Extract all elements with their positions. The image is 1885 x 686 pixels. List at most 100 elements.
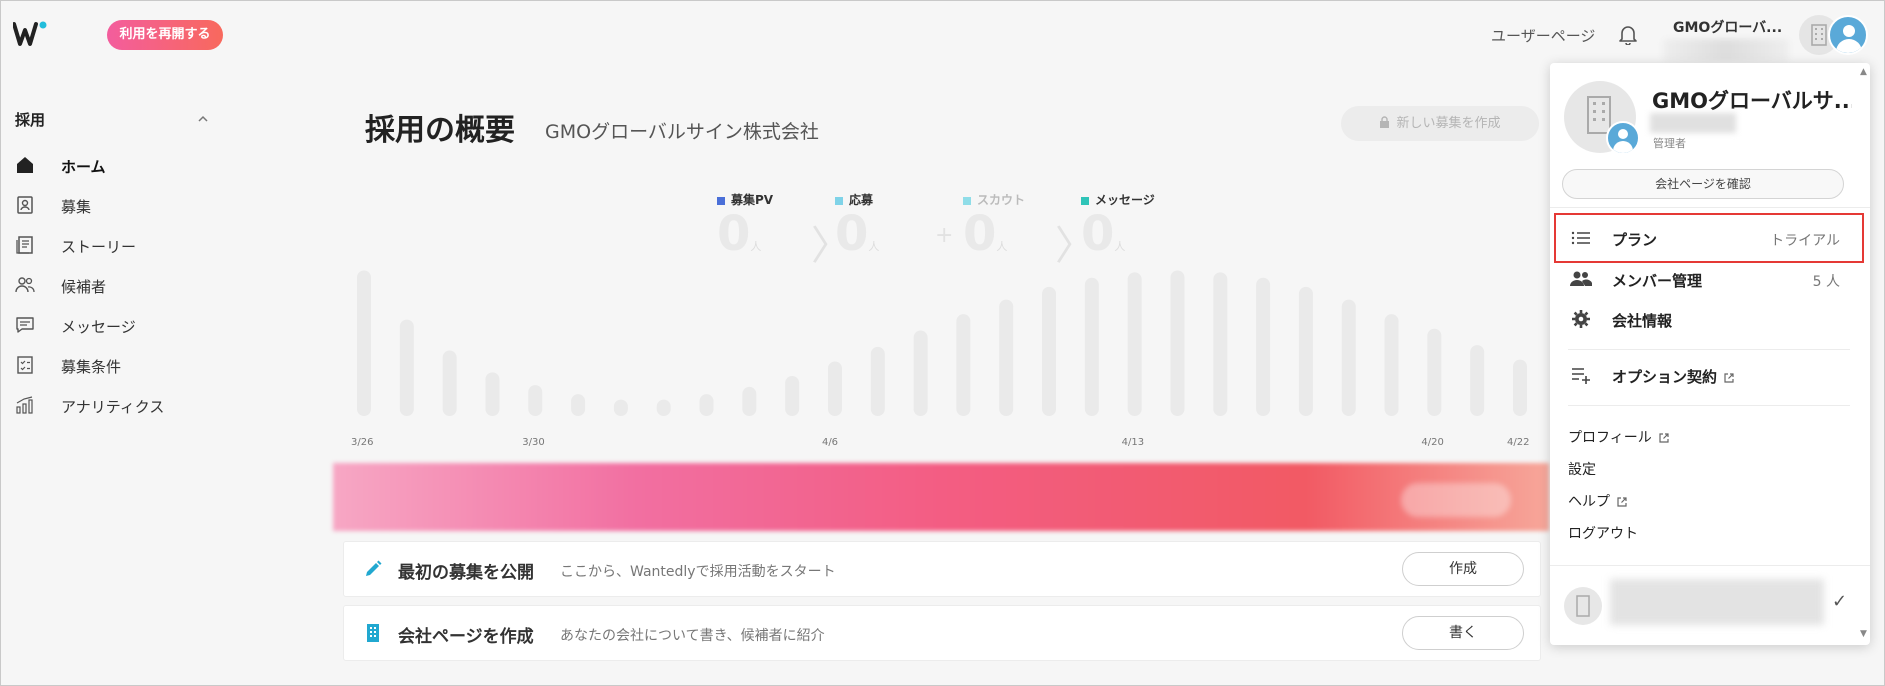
divider	[1550, 207, 1870, 208]
chart-bar	[1170, 270, 1185, 416]
sidebar-item-label: アナリティクス	[61, 398, 165, 416]
chart-bar	[399, 319, 414, 416]
scroll-up-arrow[interactable]: ▲	[1860, 67, 1867, 77]
pencil-icon	[366, 560, 382, 576]
stat-message: メッセージ 0人	[1081, 191, 1155, 273]
chart-bar	[913, 330, 928, 416]
analytics-icon	[16, 396, 33, 414]
legend-dot	[963, 196, 971, 205]
chevron-up-icon[interactable]	[197, 113, 209, 125]
sidebar-section-title[interactable]: 採用	[15, 109, 45, 130]
bell-icon[interactable]	[1617, 23, 1639, 45]
legend-dot	[717, 196, 725, 205]
dropdown-company-name: GMOグローバルサ...	[1652, 89, 1852, 113]
chart-bar	[1127, 272, 1142, 416]
chart-bar	[1384, 314, 1399, 416]
chart-bar	[613, 399, 628, 416]
chart-bar	[742, 386, 757, 416]
chart-bar	[699, 394, 714, 416]
sidebar-item-label: ホーム	[61, 158, 106, 176]
page-subtitle: GMOグローバルサイン株式会社	[545, 121, 819, 143]
chart-bar	[1084, 277, 1099, 416]
sidebar-item-message[interactable]: メッセージ	[1, 307, 231, 343]
legend-dot	[835, 196, 843, 205]
top-bar: 利用を再開する ユーザーページ GMOグローバ...	[1, 1, 1884, 65]
sidebar-item-home[interactable]: ホーム	[1, 147, 231, 183]
sidebar-item-analytics[interactable]: アナリティクス	[1, 387, 231, 423]
write-button[interactable]: 書く	[1402, 616, 1524, 650]
create-button[interactable]: 作成	[1402, 552, 1524, 586]
sidebar-item-recruit[interactable]: 募集	[1, 187, 231, 223]
menu-item-label: プラン	[1612, 231, 1658, 249]
sidebar-item-label: ストーリー	[61, 238, 137, 256]
scroll-down-arrow[interactable]: ▼	[1860, 629, 1867, 639]
list-icon	[1571, 231, 1590, 245]
divider	[1550, 565, 1870, 566]
stat-label: スカウト	[977, 193, 1026, 207]
promo-banner[interactable]	[333, 463, 1549, 531]
candidates-icon	[15, 277, 35, 293]
blurred-account-name[interactable]	[1610, 579, 1824, 625]
new-recruit-label: 新しい募集を作成	[1396, 116, 1501, 131]
chart-bar	[1513, 359, 1527, 416]
user-avatar-small	[1606, 121, 1640, 155]
sidebar-item-conditions[interactable]: 募集条件	[1, 347, 231, 383]
card-title: 最初の募集を公開	[398, 563, 534, 583]
user-avatar[interactable]	[1828, 15, 1868, 55]
sidebar-item-label: メッセージ	[61, 318, 136, 336]
account-switch-avatar[interactable]	[1564, 587, 1602, 625]
chart-bar	[827, 361, 842, 416]
link-label: ヘルプ	[1568, 494, 1610, 510]
wantedly-logo[interactable]	[13, 21, 49, 47]
x-tick-label: 3/26	[351, 437, 374, 448]
sidebar-item-story[interactable]: ストーリー	[1, 227, 231, 263]
company-name-short[interactable]: GMOグローバ...	[1673, 17, 1783, 37]
menu-item-plan[interactable]: プラン トライアル	[1550, 220, 1860, 256]
company-page-card: 会社ページを作成 あなたの会社について書き、候補者に紹介 書く	[343, 605, 1541, 661]
menu-item-company-info[interactable]: 会社情報	[1550, 301, 1860, 337]
help-link[interactable]: ヘルプ	[1568, 491, 1628, 511]
building-icon	[367, 624, 379, 642]
activity-bar-chart	[357, 270, 1527, 416]
stat-number: 0	[717, 206, 751, 262]
external-link-icon	[1659, 433, 1669, 443]
resume-usage-button[interactable]: 利用を再開する	[107, 20, 223, 50]
menu-item-label: オプション契約	[1612, 366, 1735, 387]
chart-bar	[1341, 299, 1356, 416]
divider	[1568, 349, 1850, 350]
menu-item-members[interactable]: メンバー管理 5 人	[1550, 261, 1860, 297]
chart-bar	[956, 314, 971, 416]
user-role: 管理者	[1653, 137, 1686, 150]
story-icon	[16, 236, 33, 254]
gear-icon	[1572, 310, 1590, 328]
chart-bar	[785, 375, 800, 416]
plan-value: トライアル	[1770, 233, 1840, 249]
message-icon	[16, 317, 34, 333]
check-company-page-button[interactable]: 会社ページを確認	[1562, 169, 1844, 199]
new-recruit-button[interactable]: 新しい募集を作成	[1341, 106, 1539, 141]
stat-number: 0	[835, 206, 869, 262]
sidebar-item-candidates[interactable]: 候補者	[1, 267, 231, 303]
stat-number: 0	[1081, 206, 1115, 262]
chart-bar	[656, 399, 671, 416]
stat-value: 0人	[1081, 208, 1155, 273]
profile-link[interactable]: プロフィール	[1568, 427, 1670, 447]
chart-bar	[1213, 272, 1228, 416]
logout-link[interactable]: ログアウト	[1568, 523, 1638, 543]
plus-separator: +	[935, 223, 954, 248]
blurred-user-name	[1650, 113, 1736, 133]
members-icon	[1570, 271, 1592, 286]
divider	[1568, 405, 1850, 406]
account-dropdown: ▲ GMOグローバルサ... 管理者 会社ページを確認 プラン トライアル メン…	[1550, 63, 1870, 645]
menu-item-option-contract[interactable]: オプション契約	[1550, 357, 1860, 393]
card-title: 会社ページを作成	[398, 627, 534, 647]
sidebar-item-label: 候補者	[61, 278, 107, 296]
member-count: 5 人	[1812, 274, 1840, 290]
x-tick-label: 4/13	[1121, 437, 1145, 448]
settings-link[interactable]: 設定	[1568, 459, 1596, 479]
user-page-link[interactable]: ユーザーページ	[1491, 25, 1595, 46]
promo-banner-button[interactable]	[1401, 483, 1511, 517]
chart-bar	[442, 350, 457, 416]
sidebar-item-label: 募集	[61, 198, 92, 216]
publish-recruit-card: 最初の募集を公開 ここから、Wantedlyで採用活動をスタート 作成	[343, 541, 1541, 597]
